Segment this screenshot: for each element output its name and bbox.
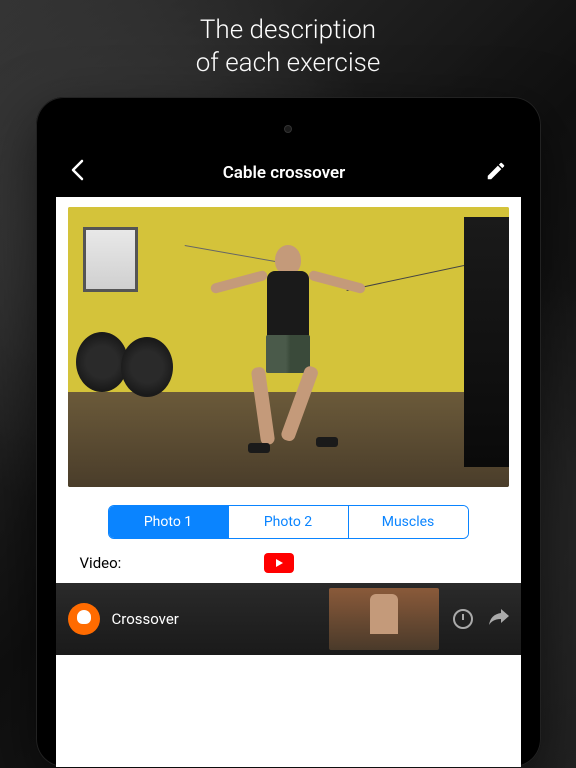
content-area: Photo 1 Photo 2 Muscles Video: bbox=[56, 197, 521, 583]
play-triangle-icon bbox=[276, 559, 283, 567]
tab-photo-2[interactable]: Photo 2 bbox=[229, 506, 349, 538]
preview-person bbox=[370, 594, 398, 634]
video-preview-image bbox=[329, 588, 439, 650]
marketing-line-1: The description bbox=[0, 14, 576, 47]
video-section: Video: bbox=[68, 553, 509, 583]
photo-window bbox=[83, 227, 138, 292]
page-title: Cable crossover bbox=[223, 163, 346, 183]
person-leg bbox=[280, 365, 320, 443]
avatar-person-icon bbox=[77, 610, 91, 624]
pencil-icon bbox=[485, 160, 507, 182]
weight-plate bbox=[76, 332, 128, 392]
person-arm bbox=[210, 270, 269, 295]
photo-weight-plates bbox=[76, 332, 176, 402]
photo-person bbox=[218, 245, 358, 465]
channel-avatar[interactable] bbox=[68, 603, 100, 635]
share-icon[interactable] bbox=[489, 609, 509, 630]
person-shoe bbox=[316, 437, 338, 447]
person-leg bbox=[251, 366, 276, 445]
photo-cable-rack bbox=[464, 217, 509, 467]
weight-plate bbox=[121, 337, 173, 397]
video-label: Video: bbox=[80, 554, 122, 572]
video-actions bbox=[453, 609, 509, 630]
person-torso bbox=[267, 271, 309, 339]
edit-button[interactable] bbox=[485, 160, 507, 186]
app-screen: Cable crossover bbox=[56, 149, 521, 767]
back-button[interactable] bbox=[70, 159, 84, 187]
youtube-icon[interactable] bbox=[264, 553, 294, 573]
person-shoe bbox=[248, 443, 270, 453]
marketing-line-2: of each exercise bbox=[0, 47, 576, 80]
exercise-photo[interactable] bbox=[68, 207, 509, 487]
video-thumbnail-row[interactable]: Crossover bbox=[56, 583, 521, 655]
person-shorts bbox=[266, 335, 310, 373]
chevron-left-icon bbox=[70, 159, 84, 181]
navbar: Cable crossover bbox=[56, 149, 521, 197]
segmented-control: Photo 1 Photo 2 Muscles bbox=[108, 505, 469, 539]
video-title: Crossover bbox=[112, 610, 329, 628]
tab-muscles[interactable]: Muscles bbox=[349, 506, 468, 538]
tablet-frame: Cable crossover bbox=[36, 97, 541, 767]
tab-photo-1[interactable]: Photo 1 bbox=[109, 506, 229, 538]
tablet-camera bbox=[284, 125, 292, 133]
marketing-caption: The description of each exercise bbox=[0, 0, 576, 89]
watch-later-icon[interactable] bbox=[453, 609, 473, 629]
person-arm bbox=[308, 270, 367, 295]
